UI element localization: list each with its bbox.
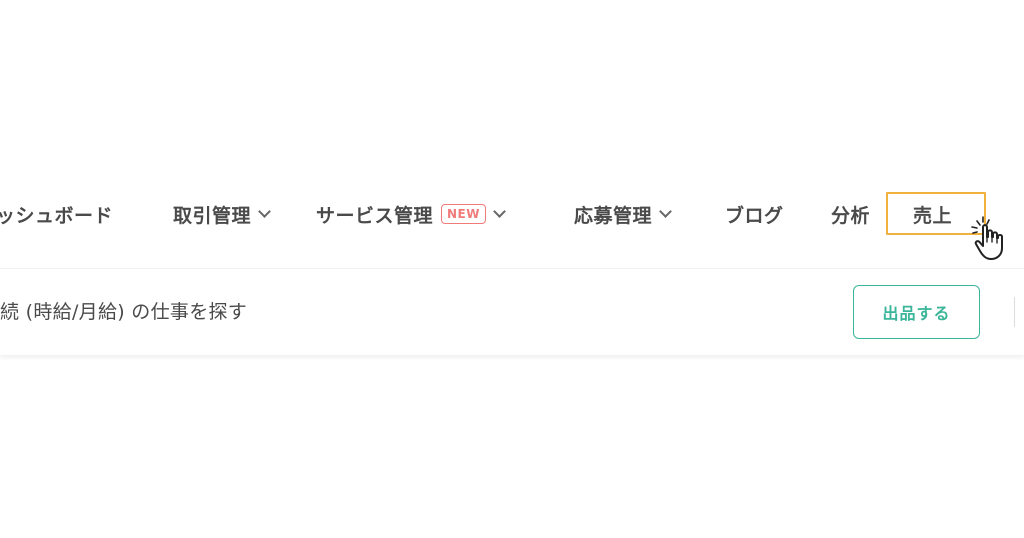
chevron-down-icon (659, 205, 672, 218)
nav-item-applications[interactable]: 応募管理 (574, 190, 672, 238)
find-jobs-link[interactable]: 続 (時給/月給) の仕事を探す (0, 297, 247, 324)
nav-item-transactions-label: 取引管理 (173, 204, 252, 227)
list-service-button[interactable]: 出品する (853, 285, 980, 339)
nav-item-dashboard[interactable]: ッシュボード (0, 190, 113, 238)
divider (1014, 297, 1015, 327)
hand-pointer-cursor-icon (971, 216, 1003, 260)
nav-item-dashboard-label: ッシュボード (0, 204, 114, 227)
top-navigation: ッシュボード 取引管理 サービス管理 NEW 応募管理 ブログ 分析 売上 (0, 190, 1024, 240)
sub-header-bar: 続 (時給/月給) の仕事を探す 出品する (0, 268, 1024, 355)
new-badge: NEW (441, 204, 486, 224)
screen: ッシュボード 取引管理 サービス管理 NEW 応募管理 ブログ 分析 売上 続 … (0, 0, 1024, 538)
nav-item-blog[interactable]: ブログ (725, 190, 784, 238)
nav-item-applications-label: 応募管理 (574, 204, 653, 227)
nav-item-transactions[interactable]: 取引管理 (173, 190, 271, 238)
nav-item-services-label: サービス管理 (316, 204, 434, 227)
nav-item-blog-label: ブログ (725, 204, 784, 227)
nav-item-services[interactable]: サービス管理 NEW (316, 190, 506, 238)
nav-item-analytics-label: 分析 (831, 204, 871, 227)
nav-item-analytics[interactable]: 分析 (831, 190, 870, 238)
chevron-down-icon (258, 205, 271, 218)
chevron-down-icon (493, 205, 506, 218)
